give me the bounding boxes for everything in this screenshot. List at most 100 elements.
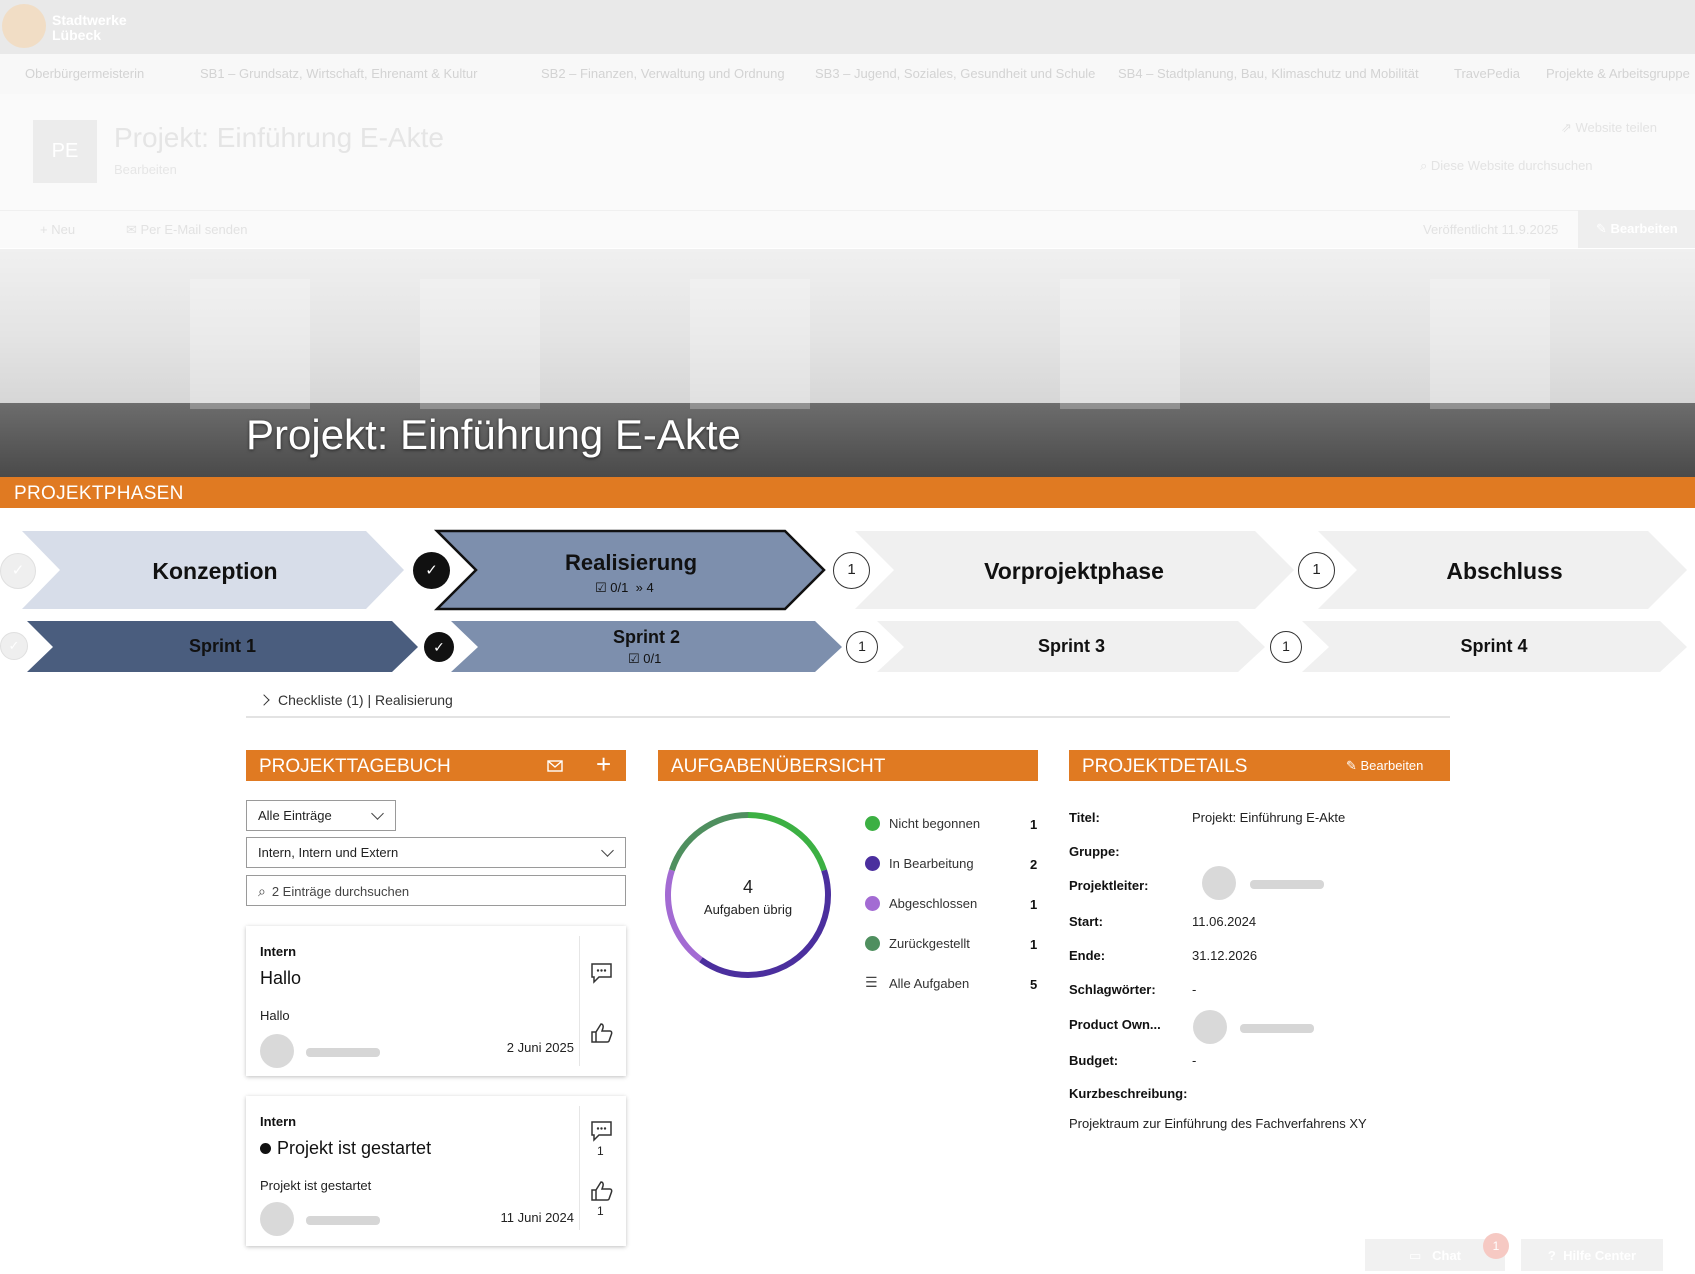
help-label: Hilfe Center (1563, 1248, 1637, 1263)
send-mail-button[interactable]: ✉ Per E-Mail senden (126, 222, 247, 238)
new-button[interactable]: + Neu (40, 222, 75, 237)
tasks-remaining-label: Aufgaben übrig (703, 902, 793, 917)
pencil-icon: ✎ (1346, 758, 1361, 773)
pencil-icon: ✎ (1596, 221, 1611, 236)
detail-start-label: Start: (1069, 914, 1103, 929)
phase-realisierung-next: 4 (646, 580, 654, 595)
entry-category: Intern (260, 1114, 297, 1129)
legend-label-in-progress[interactable]: In Bearbeitung (889, 856, 974, 871)
detail-tags-label: Schlagwörter: (1069, 982, 1156, 997)
brand-logo-text: Stadtwerke Lübeck (52, 12, 127, 43)
visibility-filter-value: Intern, Intern und Extern (258, 845, 399, 860)
phase-abschluss-badge: 1 (1298, 552, 1335, 589)
details-header: PROJEKTDETAILS ✎ Bearbeiten (1069, 750, 1450, 781)
next-steps-icon: » (635, 580, 643, 595)
diary-header-label: PROJEKTTAGEBUCH (259, 756, 451, 777)
phase-konzeption-status-icon: ✓ (0, 553, 36, 589)
nav-item-ob[interactable]: Oberbürgermeisterin (25, 66, 144, 81)
chevron-down-icon (601, 844, 614, 857)
entry-date: 2 Juni 2025 (506, 1040, 574, 1055)
legend-label-deferred[interactable]: Zurückgestellt (889, 936, 970, 951)
checklist-icon: ☑ (628, 651, 640, 666)
detail-end-value: 31.12.2026 (1192, 948, 1258, 963)
comment-icon[interactable] (590, 962, 614, 984)
page-edit-button[interactable]: ✎ Bearbeiten (1578, 210, 1695, 248)
legend-value-deferred: 1 (1030, 937, 1038, 952)
avatar (260, 1034, 294, 1068)
share-site-button[interactable]: ⇗ Website teilen (1561, 120, 1657, 136)
nav-item-sb3[interactable]: SB3 – Jugend, Soziales, Gesundheit und S… (815, 66, 1095, 81)
legend-label-not-started[interactable]: Nicht begonnen (889, 816, 980, 831)
entries-filter-value: Alle Einträge (258, 808, 332, 823)
phases-header-label: PROJEKTPHASEN (14, 483, 184, 504)
help-center-button[interactable]: ? Hilfe Center (1521, 1239, 1663, 1271)
phase-abschluss-label: Abschluss (1446, 558, 1563, 584)
add-entry-icon[interactable]: + (596, 751, 611, 777)
nav-item-sb1[interactable]: SB1 – Grundsatz, Wirtschaft, Ehrenamt & … (200, 66, 477, 81)
legend-label-completed[interactable]: Abgeschlossen (889, 896, 977, 911)
like-count: 1 (597, 1204, 604, 1218)
details-header-label: PROJEKTDETAILS (1082, 756, 1248, 777)
avatar (1202, 866, 1236, 900)
comment-icon[interactable] (590, 1120, 614, 1142)
site-title[interactable]: Projekt: Einführung E-Akte (114, 122, 444, 154)
site-search-input[interactable]: ⌕ Diese Website durchsuchen (1420, 158, 1593, 174)
mail-subscribe-icon[interactable] (547, 758, 565, 774)
detail-description-label: Kurzbeschreibung: (1069, 1086, 1188, 1101)
tasks-remaining-count: 4 (742, 877, 753, 897)
site-subtitle[interactable]: Bearbeiten (114, 162, 177, 177)
checklist-icon: ☑ (595, 580, 607, 595)
nav-item-travepedia[interactable]: TravePedia (1454, 66, 1520, 81)
like-icon[interactable] (590, 1022, 614, 1044)
suite-bar: Stadtwerke Lübeck (0, 0, 1695, 54)
checklist-toggle[interactable]: Checkliste (1) | Realisierung (258, 692, 453, 708)
detail-lead-label: Projektleiter: (1069, 878, 1149, 893)
diary-entry-card[interactable]: Intern Hallo Hallo 2 Juni 2025 (246, 926, 626, 1076)
entry-title: Projekt ist gestartet (260, 1138, 431, 1159)
help-icon: ? (1547, 1248, 1560, 1263)
nav-item-sb4[interactable]: SB4 – Stadtplanung, Bau, Klimaschutz und… (1118, 66, 1419, 81)
section-divider (246, 716, 1450, 718)
details-edit-button[interactable]: ✎ Bearbeiten (1346, 758, 1423, 774)
bullet-icon (260, 1143, 271, 1154)
all-tasks-link[interactable]: Alle Aufgaben (889, 976, 969, 991)
avatar (260, 1202, 294, 1236)
diary-entry-card[interactable]: Intern Projekt ist gestartet Projekt ist… (246, 1096, 626, 1246)
all-tasks-value: 5 (1030, 977, 1038, 992)
detail-tags-value: - (1192, 982, 1197, 997)
like-icon[interactable] (590, 1180, 614, 1202)
sprint-2-status-icon: ✓ (424, 632, 454, 662)
detail-end-label: Ende: (1069, 948, 1106, 963)
detail-group-label: Gruppe: (1069, 844, 1120, 859)
sprint-4-badge: 1 (1270, 631, 1302, 663)
published-status: Veröffentlicht 11.9.2025 (1423, 222, 1559, 237)
author-name-blurred (306, 1216, 380, 1225)
sprint-3-label: Sprint 3 (1037, 636, 1105, 656)
search-icon: ⌕ (1420, 158, 1431, 173)
entries-filter-select[interactable]: Alle Einträge (246, 800, 396, 831)
sprint-2-label: Sprint 2 (612, 627, 680, 647)
mail-icon: ✉ (126, 222, 141, 237)
site-logo[interactable]: PE (33, 120, 97, 183)
chevron-down-icon (371, 807, 384, 820)
card-divider (579, 1106, 580, 1230)
card-divider (579, 936, 580, 1066)
diary-search-input[interactable]: ⌕ 2 Einträge durchsuchen (246, 875, 626, 906)
tasks-header-label: AUFGABENÜBERSICHT (671, 756, 886, 777)
command-bar: + Neu ✉ Per E-Mail senden Veröffentlicht… (0, 210, 1695, 248)
sprint-1-label: Sprint 1 (188, 636, 256, 656)
brand-logo-icon[interactable] (2, 4, 46, 48)
chat-icon: ▭ (1408, 1248, 1425, 1263)
search-icon: ⌕ (258, 883, 266, 899)
entry-title: Hallo (260, 968, 302, 988)
phase-konzeption-label: Konzeption (152, 558, 278, 584)
visibility-filter-select[interactable]: Intern, Intern und Extern (246, 837, 626, 868)
nav-item-sb2[interactable]: SB2 – Finanzen, Verwaltung und Ordnung (541, 66, 785, 81)
entry-date: 11 Juni 2024 (500, 1210, 575, 1225)
legend-value-in-progress: 2 (1030, 857, 1038, 872)
legend-value-not-started: 1 (1030, 817, 1038, 832)
entry-text: Hallo (260, 1008, 290, 1023)
nav-item-projekte[interactable]: Projekte & Arbeitsgruppe (1546, 66, 1690, 81)
phases-header: PROJEKTPHASEN (0, 477, 1695, 508)
page-edit-label: Bearbeiten (1610, 221, 1678, 236)
